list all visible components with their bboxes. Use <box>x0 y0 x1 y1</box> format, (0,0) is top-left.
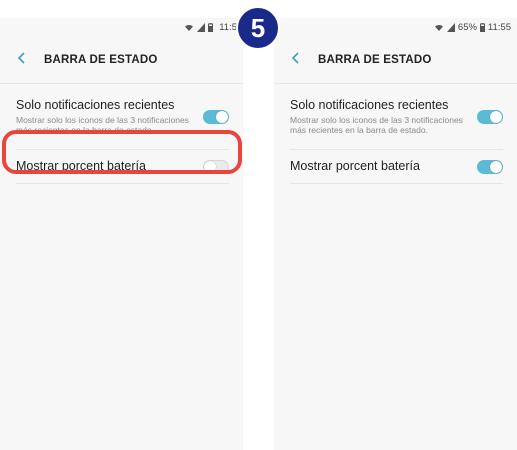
battery-icon <box>479 22 485 32</box>
status-bar: 65% 11:55 <box>274 18 517 36</box>
recent-notifications-toggle[interactable] <box>477 109 503 124</box>
setting-battery-percent[interactable]: Mostrar porcent batería <box>16 150 229 184</box>
settings-list: Solo notificaciones recientes Mostrar so… <box>274 84 517 184</box>
clock: 11:55 <box>487 21 511 33</box>
clock: 11:5 <box>219 21 237 33</box>
setting-description: Mostrar solo los iconos de las 3 notific… <box>290 115 463 135</box>
setting-recent-notifications[interactable]: Solo notificaciones recientes Mostrar so… <box>290 84 503 150</box>
phone-screen-after: 65% 11:55 BARRA DE ESTADO Solo notificac… <box>274 18 517 450</box>
step-number-badge: 5 <box>236 6 280 50</box>
chevron-left-icon <box>291 51 301 69</box>
battery-icon <box>208 22 214 32</box>
signal-icon <box>197 22 206 32</box>
page-title: BARRA DE ESTADO <box>318 53 432 66</box>
battery-percent-toggle[interactable] <box>203 159 229 174</box>
app-bar: BARRA DE ESTADO <box>274 36 517 84</box>
battery-percent-toggle[interactable] <box>477 159 503 174</box>
app-bar: BARRA DE ESTADO <box>0 36 243 84</box>
setting-battery-percent[interactable]: Mostrar porcent batería <box>290 150 503 184</box>
setting-description: Mostrar solo los iconos de las 3 notific… <box>16 115 189 135</box>
signal-icon <box>446 22 455 32</box>
recent-notifications-toggle[interactable] <box>203 109 229 124</box>
chevron-left-icon <box>17 51 27 69</box>
page-title: BARRA DE ESTADO <box>44 53 158 66</box>
setting-title: Solo notificaciones recientes <box>16 98 175 112</box>
setting-title: Mostrar porcent batería <box>16 159 146 173</box>
back-button[interactable] <box>0 36 44 84</box>
status-bar: 11:5 <box>0 18 243 36</box>
wifi-icon <box>434 23 444 32</box>
back-button[interactable] <box>274 36 318 84</box>
settings-list: Solo notificaciones recientes Mostrar so… <box>0 84 243 184</box>
setting-title: Mostrar porcent batería <box>290 159 420 173</box>
setting-title: Solo notificaciones recientes <box>290 98 449 112</box>
setting-recent-notifications[interactable]: Solo notificaciones recientes Mostrar so… <box>16 84 229 150</box>
wifi-icon <box>184 23 194 32</box>
phone-screen-before: 11:5 BARRA DE ESTADO Solo notificaciones… <box>0 18 243 450</box>
battery-percent: 65% <box>457 21 477 33</box>
